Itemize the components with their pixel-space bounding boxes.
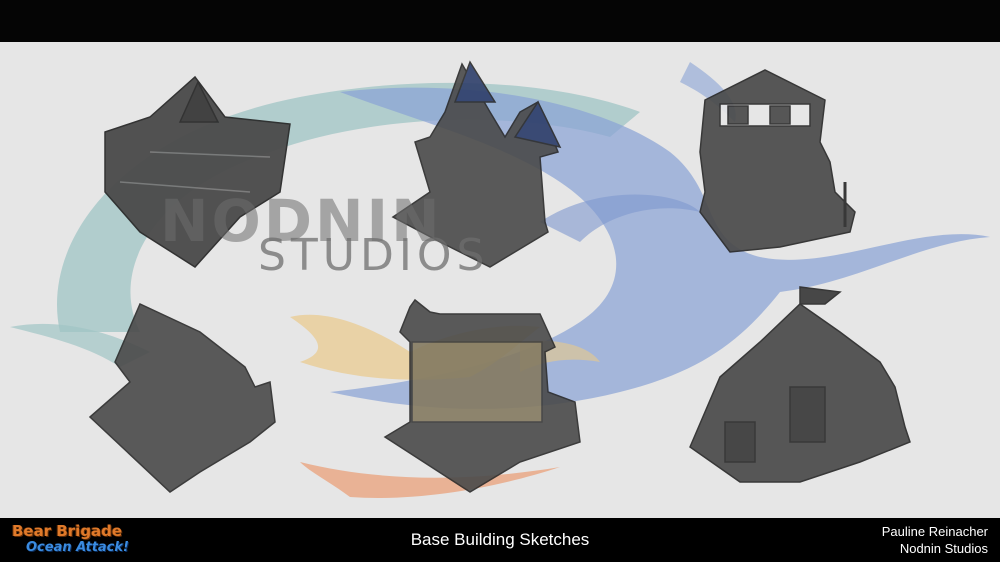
image-caption: Base Building Sketches xyxy=(410,530,590,549)
studio-name: Nodnin Studios xyxy=(899,541,988,556)
watermark-subtitle: STUDIOS xyxy=(258,230,490,281)
background-logo-watermark xyxy=(10,60,990,498)
building-sketch-watchtower xyxy=(699,69,856,253)
credits: Pauline Reinacher Nodnin Studios xyxy=(882,523,988,557)
top-letterbox-bar xyxy=(0,0,1000,42)
sketch-canvas: NODNIN STUDIOS xyxy=(0,42,1000,518)
building-sketch-townhouse xyxy=(383,298,581,493)
building-sketch-cottage xyxy=(88,302,276,493)
bottom-caption-bar: Bear Brigade Ocean Attack! Base Building… xyxy=(0,518,1000,562)
author-name: Pauline Reinacher xyxy=(881,524,988,539)
